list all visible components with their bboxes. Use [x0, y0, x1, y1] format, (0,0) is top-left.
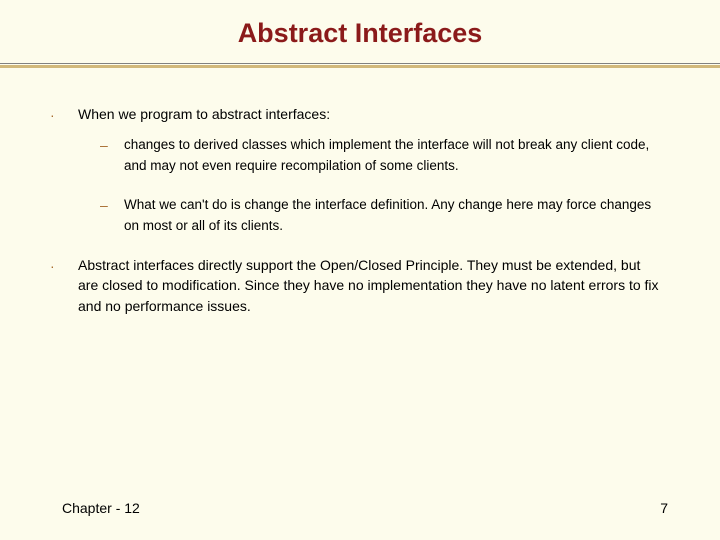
- bullet-item: · When we program to abstract interfaces…: [50, 104, 660, 125]
- footer-page-number: 7: [660, 500, 668, 516]
- dash-icon: –: [100, 195, 124, 215]
- footer-chapter: Chapter - 12: [62, 500, 140, 516]
- bullet-icon: ·: [50, 255, 78, 276]
- bullet-text: Abstract interfaces directly support the…: [78, 255, 660, 316]
- bullet-icon: ·: [50, 104, 78, 125]
- title-divider: [0, 63, 720, 68]
- bullet-item: · Abstract interfaces directly support t…: [50, 255, 660, 316]
- sub-bullet-text: What we can't do is change the interface…: [124, 195, 660, 237]
- bullet-text: When we program to abstract interfaces:: [78, 104, 660, 124]
- dash-icon: –: [100, 135, 124, 155]
- slide-footer: Chapter - 12 7: [0, 500, 720, 516]
- slide-body: · When we program to abstract interfaces…: [0, 104, 720, 316]
- slide-title: Abstract Interfaces: [0, 0, 720, 63]
- sub-bullet-text: changes to derived classes which impleme…: [124, 135, 660, 177]
- sub-bullet-item: – changes to derived classes which imple…: [100, 135, 660, 177]
- sub-bullet-item: – What we can't do is change the interfa…: [100, 195, 660, 237]
